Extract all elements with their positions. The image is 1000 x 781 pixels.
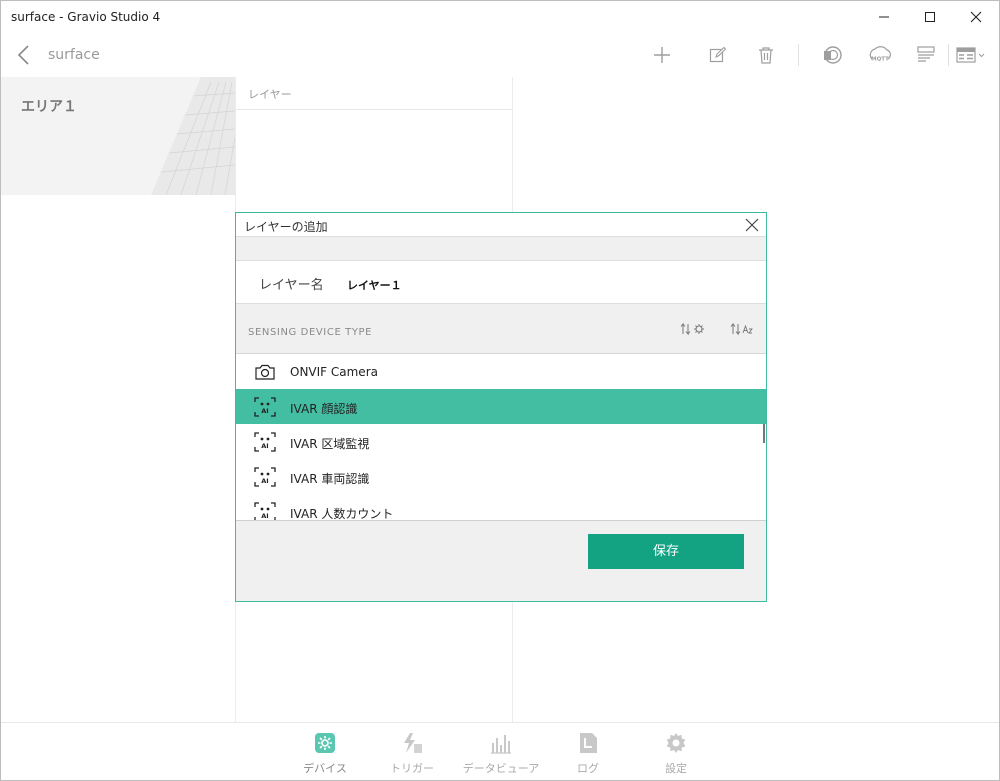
dialog-spacer	[236, 238, 766, 260]
view-toggle-button[interactable]	[956, 44, 986, 66]
layer-panel-header: レイヤー	[236, 77, 512, 110]
close-icon	[970, 11, 982, 23]
device-type-list[interactable]: ONVIF Camera AI IVAR 顔認識 AI IVAR 区域監視 AI…	[236, 354, 766, 521]
minimize-icon	[879, 16, 889, 18]
layer-name-input[interactable]	[347, 278, 647, 291]
list-item-ivar-vehicle-recognition[interactable]: AI IVAR 車両認識	[236, 459, 766, 494]
list-item-label: IVAR 区域監視	[290, 437, 370, 451]
back-button[interactable]	[15, 44, 35, 66]
nav-data-viewer[interactable]: データビューア	[456, 731, 546, 776]
dialog-footer: 保存	[236, 521, 766, 601]
list-item-label: IVAR 顔認識	[290, 402, 358, 416]
camera-icon	[255, 364, 275, 380]
edit-button[interactable]	[707, 44, 729, 66]
list-item-label: IVAR 人数カウント	[290, 507, 394, 521]
window-title: surface - Gravio Studio 4	[11, 10, 161, 24]
ai-scan-icon: AI	[254, 397, 276, 417]
layer-header-label: レイヤー	[248, 88, 292, 101]
back-arrow-icon	[17, 45, 29, 65]
nav-log[interactable]: ログ	[543, 731, 633, 776]
close-icon	[745, 218, 759, 232]
nav-label: ログ	[577, 762, 599, 775]
add-icon	[654, 47, 670, 63]
sort-alphabetical-button[interactable]	[730, 322, 756, 336]
camera-scan-icon	[824, 46, 842, 64]
list-item-ivar-people-counting[interactable]: AI IVAR 人数カウント	[236, 494, 766, 521]
toolbar: surface MQTT	[1, 34, 999, 77]
svg-text:MQTT: MQTT	[871, 57, 889, 63]
save-button[interactable]: 保存	[588, 534, 744, 569]
trigger-icon	[404, 733, 422, 753]
dialog-header: レイヤーの追加	[236, 213, 766, 237]
maximize-button[interactable]	[907, 1, 953, 33]
list-item-label: ONVIF Camera	[290, 365, 378, 379]
maximize-icon	[925, 12, 935, 22]
toolbar-divider-2	[948, 44, 949, 66]
sensing-device-type-label: SENSING DEVICE TYPE	[248, 327, 373, 338]
toolbar-divider	[798, 44, 799, 66]
layer-name-label: レイヤー名	[259, 278, 324, 293]
add-button[interactable]	[651, 44, 673, 66]
sensing-device-type-header: SENSING DEVICE TYPE	[236, 304, 766, 354]
ai-scan-icon: AI	[254, 502, 276, 520]
layer-name-row: レイヤー名	[236, 260, 766, 304]
minimize-button[interactable]	[861, 1, 907, 33]
breadcrumb[interactable]: surface	[48, 47, 100, 63]
area-label: エリア１	[21, 99, 77, 115]
layout-list-button[interactable]	[915, 44, 937, 66]
ai-scan-icon: AI	[254, 432, 276, 452]
bottom-nav: デバイス トリガー データビューア ログ 設定	[1, 722, 999, 780]
list-item-onvif-camera[interactable]: ONVIF Camera	[236, 354, 766, 389]
mqtt-icon: MQTT	[869, 46, 891, 63]
view-toggle-icon	[956, 47, 985, 63]
log-icon	[580, 733, 597, 753]
nav-triggers[interactable]: トリガー	[367, 731, 457, 776]
building-illustration	[151, 77, 235, 195]
nav-label: 設定	[665, 762, 687, 775]
nav-devices[interactable]: デバイス	[280, 731, 370, 776]
list-item-label: IVAR 車両認識	[290, 472, 370, 486]
sort-alphabetical-icon	[730, 322, 753, 336]
svg-text:AI: AI	[261, 407, 268, 415]
mqtt-button[interactable]: MQTT	[867, 44, 893, 66]
list-scrollbar[interactable]	[763, 424, 765, 443]
window-close-button[interactable]	[953, 1, 999, 33]
svg-text:AI: AI	[261, 477, 268, 485]
title-bar: surface - Gravio Studio 4	[1, 1, 999, 34]
delete-icon	[759, 47, 773, 64]
sort-by-device-button[interactable]	[680, 322, 708, 336]
dialog-title: レイヤーの追加	[244, 220, 328, 234]
settings-icon	[666, 733, 686, 753]
nav-label: データビューア	[462, 762, 540, 775]
area-card[interactable]: エリア１	[1, 77, 235, 195]
device-gear-icon	[315, 733, 335, 753]
delete-button[interactable]	[755, 44, 777, 66]
svg-text:AI: AI	[261, 442, 268, 450]
edit-icon	[709, 46, 727, 63]
nav-label: トリガー	[390, 762, 434, 775]
svg-text:AI: AI	[261, 512, 268, 520]
list-item-ivar-area-monitoring[interactable]: AI IVAR 区域監視	[236, 424, 766, 459]
bar-chart-icon	[491, 735, 511, 754]
add-layer-dialog: レイヤーの追加 レイヤー名 SENSING DEVICE TYPE ONVIF …	[235, 212, 767, 602]
list-item-ivar-face-recognition[interactable]: AI IVAR 顔認識	[236, 389, 766, 424]
nav-label: デバイス	[303, 762, 347, 775]
app-window: surface - Gravio Studio 4 surface MQTT エ…	[0, 0, 1000, 781]
nav-settings[interactable]: 設定	[631, 731, 721, 776]
camera-scan-button[interactable]	[821, 44, 843, 66]
ai-scan-icon: AI	[254, 467, 276, 487]
layout-list-icon	[917, 46, 935, 62]
dialog-close-button[interactable]	[744, 217, 760, 233]
sort-by-device-icon	[680, 322, 704, 336]
